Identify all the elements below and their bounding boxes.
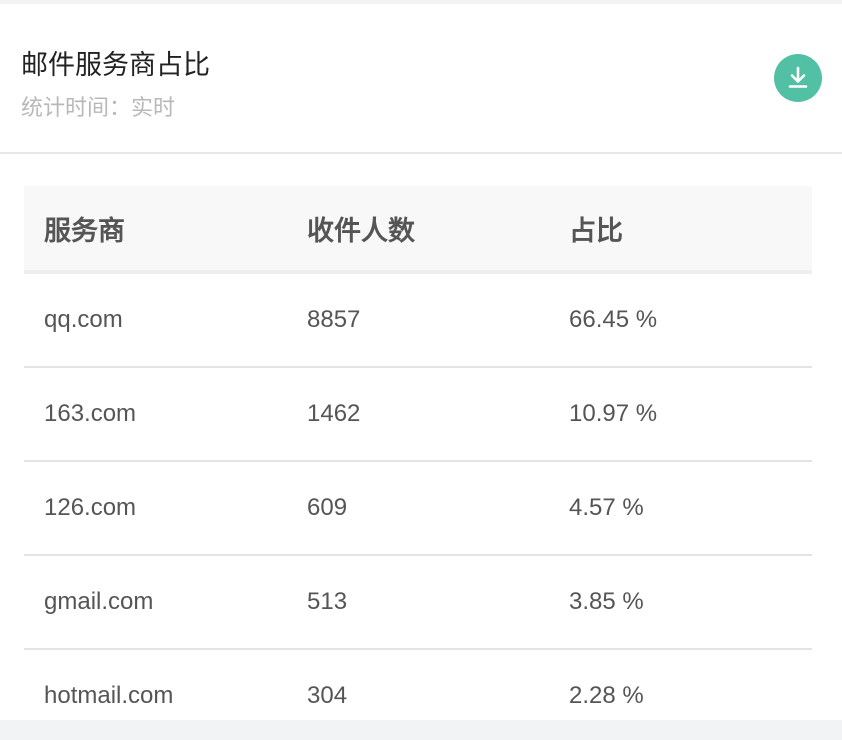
- recipients-cell: 8857: [307, 306, 361, 333]
- table-row: gmail.com 513 3.85 %: [24, 556, 812, 650]
- table-row: hotmail.com 304 2.28 %: [24, 650, 812, 720]
- provider-cell: 163.com: [44, 400, 137, 427]
- table-row: 163.com 1462 10.97 %: [24, 368, 812, 462]
- share-cell: 4.57 %: [569, 494, 644, 521]
- table-header: 服务商 收件人数 占比: [24, 186, 812, 274]
- share-cell: 3.85 %: [569, 588, 644, 615]
- share-cell: 2.28 %: [569, 682, 644, 709]
- card-header: 邮件服务商占比 统计时间：实时: [0, 4, 842, 154]
- recipients-cell: 304: [307, 682, 348, 709]
- provider-cell: 126.com: [44, 494, 137, 521]
- table-row: 126.com 609 4.57 %: [24, 462, 812, 556]
- provider-cell: gmail.com: [44, 588, 154, 615]
- provider-table: 服务商 收件人数 占比 qq.com 8857 66.45 % 163.com …: [24, 186, 812, 720]
- provider-cell: qq.com: [44, 306, 123, 333]
- recipients-cell: 609: [307, 494, 348, 521]
- column-header-provider: 服务商: [44, 215, 125, 246]
- share-cell: 66.45 %: [569, 306, 658, 333]
- card-title: 邮件服务商占比: [21, 50, 210, 80]
- column-header-recipients: 收件人数: [307, 215, 415, 246]
- recipients-cell: 513: [307, 588, 348, 615]
- column-header-share: 占比: [569, 215, 623, 246]
- recipients-cell: 1462: [307, 400, 361, 427]
- share-cell: 10.97 %: [569, 400, 658, 427]
- download-icon: [788, 66, 808, 88]
- mail-provider-card: 邮件服务商占比 统计时间：实时 服务商 收件人数 占比 qq.com 8857 …: [0, 4, 842, 720]
- download-button[interactable]: [774, 54, 822, 102]
- table-row: qq.com 8857 66.45 %: [24, 274, 812, 368]
- card-subtitle: 统计时间：实时: [21, 95, 176, 120]
- provider-cell: hotmail.com: [44, 682, 174, 709]
